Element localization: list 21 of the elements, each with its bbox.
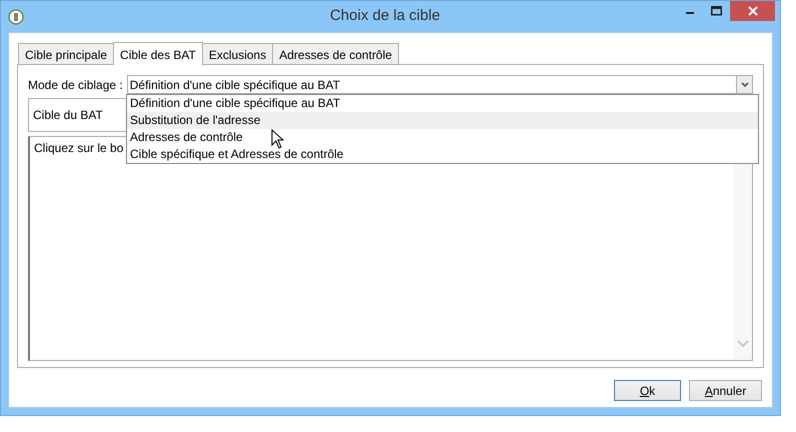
instruction-text: Cliquez sur le bo [33,140,124,157]
ok-button[interactable]: Ok [614,380,681,401]
maximize-icon [711,6,722,16]
tab[interactable]: Cible des BAT [113,42,203,65]
app-icon [8,8,24,24]
tab[interactable]: Exclusions [202,43,274,64]
window-title: Choix de la cible [328,6,440,26]
targeting-mode-dropdown[interactable]: Définition d'une cible spécifique au BAT [126,75,753,94]
dropdown-option[interactable]: Définition d'une cible spécifique au BAT [127,95,758,112]
field-label: Mode de ciblage : [28,76,123,94]
tab[interactable]: Adresses de contrôle [272,43,399,64]
dropdown-option[interactable]: Adresses de contrôle [127,129,758,146]
cursor-icon [271,129,285,149]
chevron-down-icon [740,82,748,88]
dropdown-option[interactable]: Cible spécifique et Adresses de contrôle [127,146,758,163]
close-button[interactable] [730,1,775,21]
chevron-down-icon [737,340,749,348]
tab[interactable]: Cible principale [18,43,114,64]
cancel-button[interactable]: Annuler [689,380,762,401]
dropdown-option[interactable]: Substitution de l'adresse [127,112,758,129]
close-icon [748,6,758,16]
